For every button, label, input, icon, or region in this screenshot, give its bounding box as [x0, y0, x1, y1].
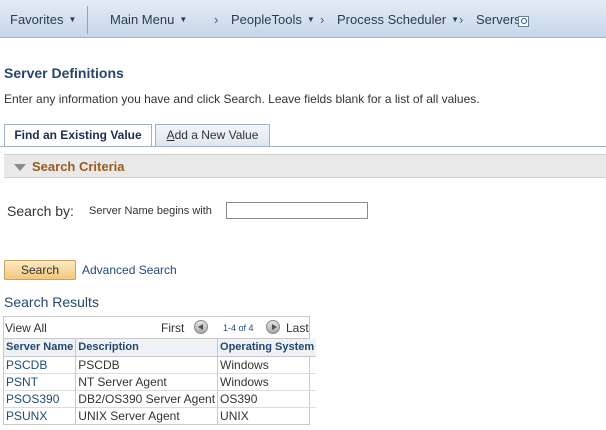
- breadcrumb-label: Process Scheduler: [337, 12, 447, 27]
- operating-system-cell[interactable]: Windows: [217, 372, 317, 390]
- search-criteria-header[interactable]: Search Criteria: [4, 154, 606, 178]
- server-name-cell[interactable]: PSOS390: [4, 389, 77, 407]
- column-header-operating-system[interactable]: Operating System: [217, 339, 317, 357]
- chevron-down-icon: ▼: [451, 15, 460, 24]
- operating-system-cell[interactable]: Windows: [217, 355, 317, 373]
- search-button[interactable]: Search: [4, 260, 76, 280]
- chevron-right-icon: ›: [459, 12, 464, 27]
- table-header-row: Server Name Description Operating System: [4, 339, 317, 357]
- description-cell[interactable]: PSCDB: [75, 355, 219, 373]
- grid-navigation: View All First 1-4 of 4 Last: [4, 317, 309, 339]
- tab-accesskey: A: [166, 128, 175, 142]
- favorites-label: Favorites: [10, 12, 64, 27]
- results-grid: View All First 1-4 of 4 Last Server Name…: [3, 316, 317, 425]
- page-title: Server Definitions: [4, 65, 124, 81]
- breadcrumb-label: Servers: [476, 12, 521, 27]
- description-cell[interactable]: NT Server Agent: [75, 372, 219, 390]
- table-row[interactable]: PSUNX UNIX Server Agent UNIX: [4, 406, 317, 424]
- chevron-right-icon: ›: [214, 12, 219, 27]
- table-row[interactable]: PSCDB PSCDB Windows: [4, 355, 317, 373]
- table-row[interactable]: PSNT NT Server Agent Windows: [4, 372, 317, 390]
- tab-label: dd a New Value: [174, 128, 259, 142]
- triangle-down-icon[interactable]: [14, 164, 26, 171]
- operating-system-cell[interactable]: UNIX: [217, 406, 317, 424]
- server-name-cell[interactable]: PSNT: [4, 372, 77, 390]
- previous-icon[interactable]: [194, 320, 208, 334]
- advanced-search-link[interactable]: Advanced Search: [82, 263, 177, 277]
- server-name-cell[interactable]: PSUNX: [4, 406, 77, 424]
- search-by-label: Search by:: [7, 203, 74, 219]
- chevron-down-icon: ▼: [68, 15, 77, 24]
- column-header-server-name[interactable]: Server Name: [4, 339, 77, 357]
- tab-find-existing-value[interactable]: Find an Existing Value: [4, 124, 152, 147]
- page-instructions: Enter any information you have and click…: [4, 92, 480, 106]
- tab-add-new-value[interactable]: Add a New Value: [155, 124, 270, 146]
- breadcrumb-peopletools[interactable]: PeopleTools ▼: [231, 12, 315, 27]
- last-label: Last: [286, 321, 309, 335]
- server-name-cell[interactable]: PSCDB: [4, 355, 77, 373]
- main-menu-label: Main Menu: [110, 12, 175, 27]
- operating-system-cell[interactable]: OS390: [217, 389, 317, 407]
- server-name-input[interactable]: [226, 202, 368, 219]
- search-results-title: Search Results: [4, 294, 99, 310]
- table-row[interactable]: PSOS390 DB2/OS390 Server Agent OS390: [4, 389, 317, 407]
- chevron-down-icon: ▼: [306, 15, 315, 24]
- search-criteria-label: Search Criteria: [32, 159, 125, 174]
- next-icon[interactable]: [266, 320, 280, 334]
- favorites-menu[interactable]: Favorites ▼: [10, 12, 76, 27]
- tab-label: Find an Existing Value: [14, 128, 142, 142]
- nav-divider: [87, 6, 88, 34]
- breadcrumb-servers[interactable]: Servers: [476, 12, 521, 27]
- view-all-link[interactable]: View All: [5, 321, 47, 335]
- server-name-label: Server Name begins with: [89, 205, 212, 217]
- column-header-description[interactable]: Description: [75, 339, 219, 357]
- first-label: First: [161, 321, 185, 335]
- chevron-right-icon: ›: [320, 12, 325, 27]
- search-icon[interactable]: [518, 16, 529, 27]
- main-menu[interactable]: Main Menu ▼: [110, 12, 187, 27]
- chevron-down-icon: ▼: [179, 15, 188, 24]
- tab-divider: [0, 146, 606, 147]
- results-table: Server Name Description Operating System…: [4, 339, 317, 424]
- description-cell[interactable]: UNIX Server Agent: [75, 406, 219, 424]
- row-range: 1-4 of 4: [223, 323, 254, 333]
- breadcrumb-label: PeopleTools: [231, 12, 302, 27]
- description-cell[interactable]: DB2/OS390 Server Agent: [75, 389, 219, 407]
- breadcrumb-process-scheduler[interactable]: Process Scheduler ▼: [337, 12, 459, 27]
- top-nav-bar: Favorites ▼ Main Menu ▼ › PeopleTools ▼ › P…: [0, 0, 606, 38]
